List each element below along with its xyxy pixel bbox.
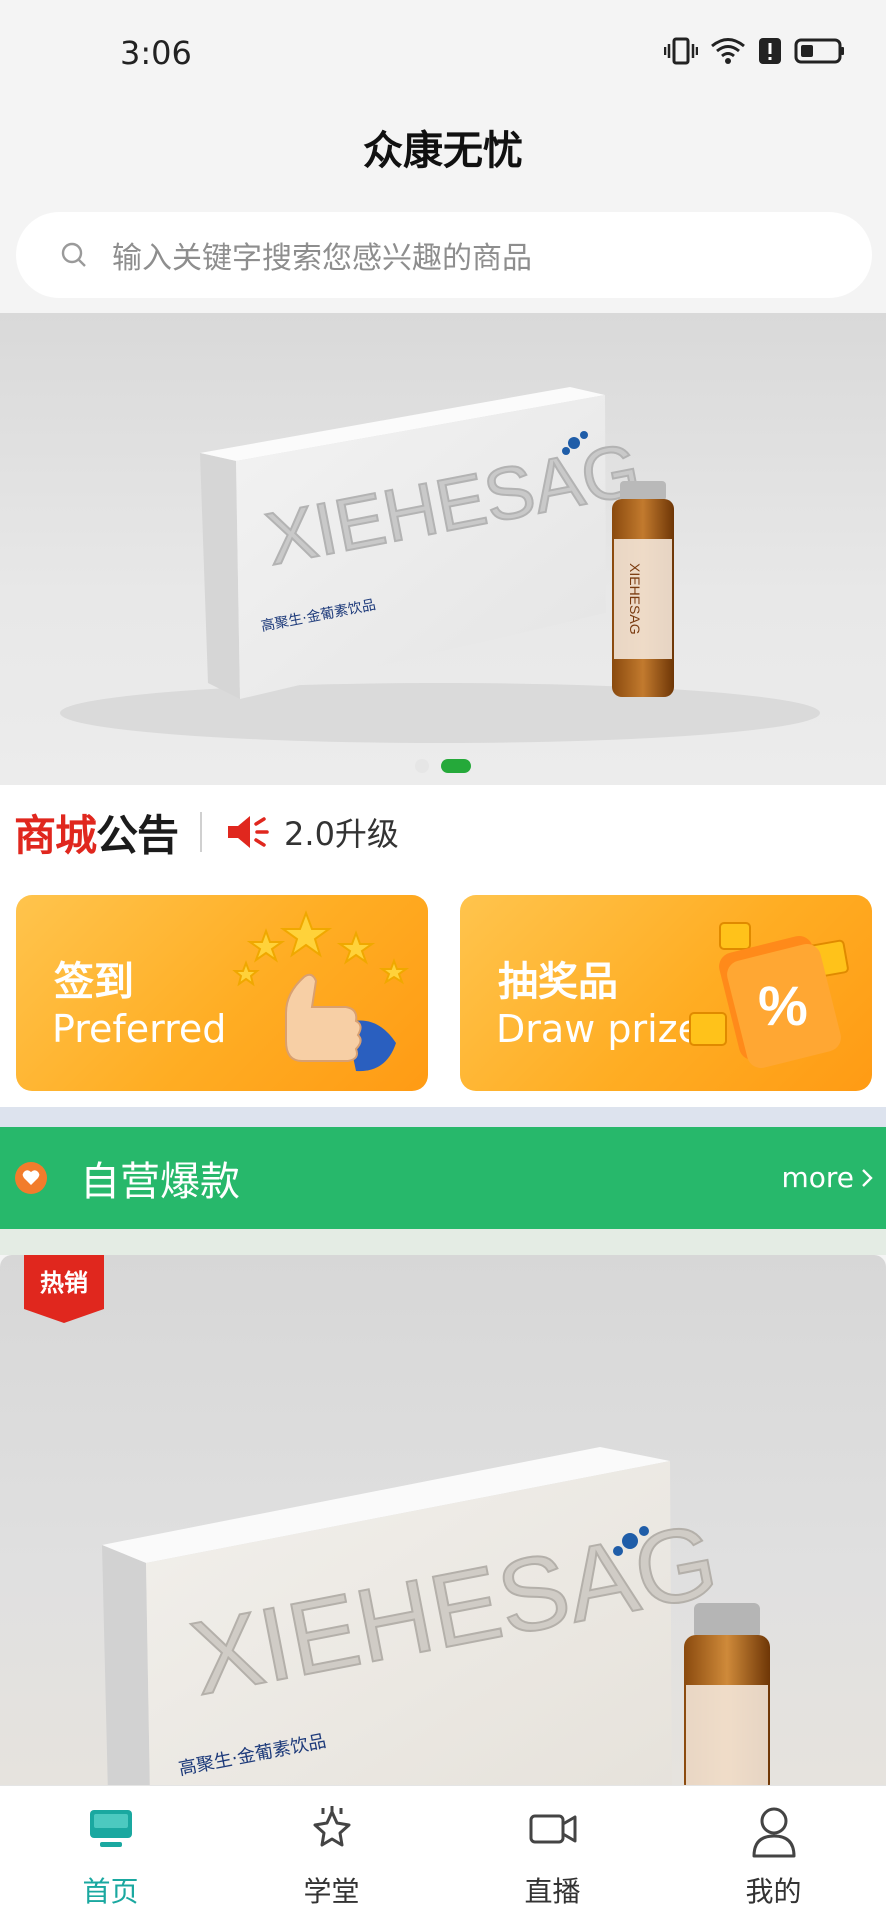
status-bar: 3:06	[0, 0, 886, 110]
tab-home-label: 首页	[82, 1875, 139, 1908]
carousel-dot-active[interactable]	[441, 759, 471, 773]
section-divider	[0, 1107, 886, 1127]
speaker-icon	[228, 816, 269, 848]
notice-text: 2.0升级	[284, 815, 399, 853]
banner-product-image: XIEHESAG 高聚生·金葡素饮品 XIEHESAG	[60, 387, 820, 743]
tab-home[interactable]: 首页	[0, 1786, 221, 1920]
notice-divider	[200, 812, 203, 852]
tab-live-label: 直播	[524, 1875, 581, 1908]
notice-bar[interactable]: 商城公告 2.0升级	[0, 785, 886, 879]
page-title: 众康无忧	[363, 128, 523, 174]
status-time: 3:06	[120, 34, 192, 72]
section-title: 自营爆款	[80, 1159, 240, 1205]
checkin-title: 签到	[54, 959, 134, 1005]
search-icon	[61, 242, 86, 267]
svg-text:%: %	[758, 974, 808, 1037]
more-link[interactable]: more	[781, 1161, 874, 1194]
promo-cards: 签到 Preferred 抽奖品 Draw prizes %	[0, 879, 886, 1107]
lottery-title: 抽奖品	[498, 959, 618, 1005]
user-icon	[752, 1807, 795, 1858]
product-image: XIEHESAG 高聚生·金葡素饮品	[102, 1447, 770, 1785]
search-placeholder: 输入关键字搜索您感兴趣的商品	[112, 241, 532, 276]
hot-badge-label: 热销	[40, 1269, 88, 1297]
tab-mine[interactable]: 我的	[663, 1786, 884, 1920]
tab-school-label: 学堂	[303, 1875, 360, 1908]
banner-carousel[interactable]: XIEHESAG 高聚生·金葡素饮品 XIEHESAG	[0, 313, 886, 785]
coupon-gift-icon: %	[689, 922, 849, 1069]
search-bar[interactable]: 输入关键字搜索您感兴趣的商品	[16, 212, 872, 298]
battery-icon	[794, 38, 844, 64]
lottery-card[interactable]: 抽奖品 Draw prizes %	[460, 895, 872, 1091]
more-label: more	[781, 1161, 854, 1194]
checkin-subtitle: Preferred	[52, 1007, 227, 1051]
svg-text:XIEHESAG: XIEHESAG	[627, 563, 643, 635]
vibrate-icon	[664, 37, 698, 65]
video-icon	[529, 1814, 576, 1844]
heart-icon	[15, 1162, 47, 1194]
carousel-dot[interactable]	[415, 759, 429, 773]
wifi-icon	[711, 38, 745, 64]
monitor-icon	[89, 1810, 132, 1847]
notice-logo: 商城公告	[14, 810, 179, 860]
alert-icon	[759, 38, 781, 64]
section-spacer	[0, 1229, 886, 1255]
checkin-card[interactable]: 签到 Preferred	[16, 895, 428, 1091]
thumbs-up-icon	[232, 910, 410, 1072]
tab-school[interactable]: 学堂	[221, 1786, 442, 1920]
tab-mine-label: 我的	[745, 1875, 802, 1908]
chevron-right-icon	[862, 1168, 873, 1187]
carousel-dots	[0, 759, 886, 773]
tab-live[interactable]: 直播	[442, 1786, 663, 1920]
bottom-tab-bar: 首页 学堂 直播 我的	[0, 1785, 886, 1920]
star-icon	[313, 1806, 350, 1847]
section-header: 自营爆款 more	[0, 1127, 886, 1229]
product-card[interactable]: XIEHESAG 高聚生·金葡素饮品 热销	[0, 1255, 886, 1785]
status-icons	[664, 36, 846, 66]
